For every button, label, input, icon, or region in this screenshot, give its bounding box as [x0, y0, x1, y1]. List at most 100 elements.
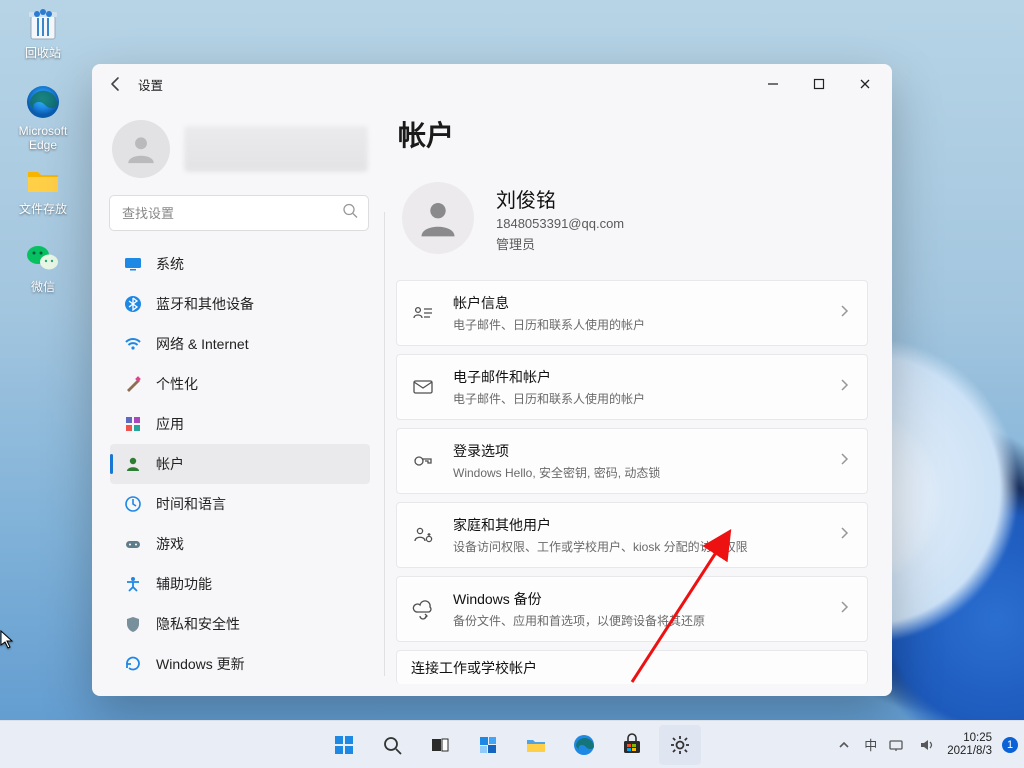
card-title: 电子邮件和帐户 — [453, 367, 837, 387]
nav-item-update[interactable]: Windows 更新 — [110, 644, 370, 684]
window-title: 设置 — [138, 75, 163, 94]
settings-window: 设置 — [92, 64, 892, 696]
card-signin-options[interactable]: 登录选项Windows Hello, 安全密钥, 密码, 动态锁 — [396, 428, 868, 494]
card-account-info[interactable]: 帐户信息电子邮件、日历和联系人使用的帐户 — [396, 280, 868, 346]
search-icon — [342, 203, 358, 224]
nav-item-apps[interactable]: 应用 — [110, 404, 370, 444]
ime-indicator[interactable]: 中 — [864, 735, 877, 755]
nav-item-gaming[interactable]: 游戏 — [110, 524, 370, 564]
card-email-accounts[interactable]: 电子邮件和帐户电子邮件、日历和联系人使用的帐户 — [396, 354, 868, 420]
card-backup[interactable]: Windows 备份备份文件、应用和首选项，以便跨设备将其还原 — [396, 576, 868, 642]
taskbar-settings[interactable] — [659, 725, 701, 765]
nav-item-label: 蓝牙和其他设备 — [156, 294, 254, 314]
taskbar-center — [323, 725, 701, 765]
card-title: 帐户信息 — [453, 293, 837, 313]
close-button[interactable] — [842, 68, 888, 100]
taskbar-search[interactable] — [371, 725, 413, 765]
tray-time: 10:25 — [947, 732, 992, 745]
scrollbar-track[interactable] — [384, 212, 385, 676]
nav-item-label: 网络 & Internet — [156, 334, 249, 354]
card-title: Windows 备份 — [453, 589, 837, 609]
family-icon — [411, 524, 435, 546]
wifi-icon — [124, 335, 142, 353]
account-meta: 刘俊铭 1848053391@qq.com 管理员 — [496, 184, 624, 253]
card-subtitle: 电子邮件、日历和联系人使用的帐户 — [453, 390, 837, 407]
card-work-school[interactable]: 连接工作或学校帐户 — [396, 650, 868, 684]
nav-item-accounts[interactable]: 帐户 — [110, 444, 370, 484]
back-button[interactable] — [102, 70, 130, 98]
maximize-button[interactable] — [796, 68, 842, 100]
taskbar-store[interactable] — [611, 725, 653, 765]
desktop-icon-label: Microsoft Edge — [6, 124, 80, 152]
titlebar: 设置 — [92, 64, 892, 104]
nav-item-privacy[interactable]: 隐私和安全性 — [110, 604, 370, 644]
mail-icon — [411, 376, 435, 398]
search-input[interactable] — [110, 196, 368, 230]
taskbar-explorer[interactable] — [515, 725, 557, 765]
cloud-sync-icon — [411, 598, 435, 620]
bluetooth-icon — [124, 295, 142, 313]
brush-icon — [124, 375, 142, 393]
task-view-button[interactable] — [419, 725, 461, 765]
minimize-button[interactable] — [750, 68, 796, 100]
shield-icon — [124, 615, 142, 633]
tray-overflow[interactable] — [834, 735, 854, 755]
nav-item-label: 应用 — [156, 414, 184, 434]
nav-user-row[interactable] — [106, 114, 374, 192]
apps-icon — [124, 415, 142, 433]
chevron-right-icon — [837, 600, 851, 619]
nav-sidebar: 系统 蓝牙和其他设备 网络 & Internet 个性化 应用 帐户 时间和语言… — [92, 104, 382, 696]
desktop-icon-recycle-bin[interactable]: 回收站 — [6, 4, 80, 76]
recycle-bin-icon — [23, 4, 63, 44]
nav-item-label: 时间和语言 — [156, 494, 226, 514]
nav-item-label: 隐私和安全性 — [156, 614, 240, 634]
chevron-right-icon — [837, 304, 851, 323]
card-family[interactable]: 家庭和其他用户设备访问权限、工作或学校用户、kiosk 分配的访问权限 — [396, 502, 868, 568]
card-subtitle: 电子邮件、日历和联系人使用的帐户 — [453, 316, 837, 333]
nav-user-avatar — [112, 120, 170, 178]
card-title: 登录选项 — [453, 441, 837, 461]
key-icon — [411, 450, 435, 472]
network-tray-icon[interactable] — [887, 735, 907, 755]
system-tray: 中 10:25 2021/8/3 1 — [834, 732, 1018, 758]
start-button[interactable] — [323, 725, 365, 765]
nav-item-network[interactable]: 网络 & Internet — [110, 324, 370, 364]
search-wrap — [110, 196, 368, 230]
account-header: 刘俊铭 1848053391@qq.com 管理员 — [394, 172, 870, 280]
nav-item-system[interactable]: 系统 — [110, 244, 370, 284]
nav-item-label: 系统 — [156, 254, 184, 274]
nav-item-label: 辅助功能 — [156, 574, 212, 594]
desktop-icon-folder[interactable]: 文件存放 — [6, 160, 80, 232]
account-avatar[interactable] — [402, 182, 474, 254]
nav-item-label: Windows 更新 — [156, 654, 245, 674]
card-title: 连接工作或学校帐户 — [411, 658, 851, 678]
desktop-icon-wechat[interactable]: 微信 — [6, 238, 80, 310]
desktop-icon-label: 文件存放 — [19, 202, 67, 216]
taskbar-edge[interactable] — [563, 725, 605, 765]
nav-list: 系统 蓝牙和其他设备 网络 & Internet 个性化 应用 帐户 时间和语言… — [106, 244, 374, 684]
id-card-icon — [411, 302, 435, 324]
account-email: 1848053391@qq.com — [496, 216, 624, 231]
volume-tray-icon[interactable] — [917, 735, 937, 755]
chevron-right-icon — [837, 452, 851, 471]
desktop-icon-edge[interactable]: Microsoft Edge — [6, 82, 80, 154]
nav-item-label: 游戏 — [156, 534, 184, 554]
desktop: 回收站 Microsoft Edge 文件存放 微信 — [0, 0, 1024, 768]
tray-date: 2021/8/3 — [947, 745, 992, 758]
desktop-icons: 回收站 Microsoft Edge 文件存放 微信 — [6, 4, 80, 316]
nav-item-accessibility[interactable]: 辅助功能 — [110, 564, 370, 604]
folder-icon — [23, 160, 63, 200]
nav-item-time-language[interactable]: 时间和语言 — [110, 484, 370, 524]
nav-item-personalize[interactable]: 个性化 — [110, 364, 370, 404]
settings-cards: 帐户信息电子邮件、日历和联系人使用的帐户 电子邮件和帐户电子邮件、日历和联系人使… — [394, 280, 870, 684]
widgets-button[interactable] — [467, 725, 509, 765]
tray-clock[interactable]: 10:25 2021/8/3 — [947, 732, 992, 758]
card-title: 家庭和其他用户 — [453, 515, 837, 535]
clock-globe-icon — [124, 495, 142, 513]
account-name: 刘俊铭 — [496, 184, 624, 213]
notification-badge[interactable]: 1 — [1002, 737, 1018, 753]
nav-user-name-redacted — [184, 126, 368, 172]
card-subtitle: 设备访问权限、工作或学校用户、kiosk 分配的访问权限 — [453, 538, 837, 555]
nav-item-bluetooth[interactable]: 蓝牙和其他设备 — [110, 284, 370, 324]
update-icon — [124, 655, 142, 673]
